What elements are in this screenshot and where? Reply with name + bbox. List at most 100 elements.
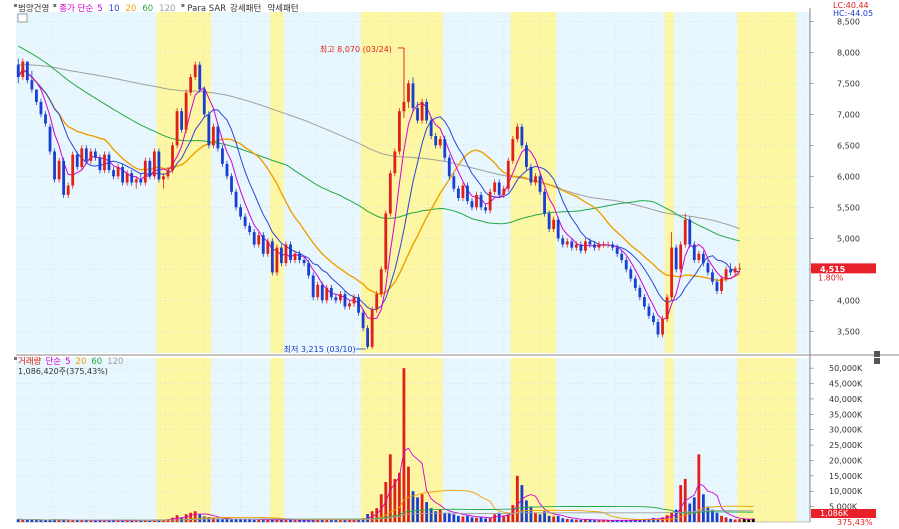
candle-body (130, 173, 134, 183)
candle (103, 151, 106, 174)
candle-body (293, 253, 297, 260)
volume-info: 1,086,420주(375,43%) (18, 367, 108, 376)
candle-body (107, 154, 111, 171)
last-change: 1.80% (818, 273, 844, 282)
y-tick-label: 10,000K (829, 487, 863, 496)
volume-bar (470, 517, 474, 522)
candle-body (633, 278, 637, 288)
candle-body (66, 185, 70, 195)
candle-body (456, 188, 460, 198)
volume-ma-period-5: 5 (65, 357, 70, 367)
candle-body (261, 235, 265, 254)
candle-body (683, 219, 687, 245)
candle-body (502, 188, 506, 195)
volume-bar (193, 511, 197, 522)
candle-body (103, 154, 106, 171)
candle (280, 244, 283, 267)
candle (207, 111, 211, 149)
candle-body (98, 157, 102, 171)
volume-prefix: 단순 (45, 356, 61, 367)
volume-bar (252, 519, 256, 522)
candle (357, 294, 360, 316)
candle-body (16, 64, 20, 78)
volume-bar (579, 519, 583, 522)
volume-bar (293, 520, 297, 522)
candle-body (230, 176, 233, 192)
candle-body (520, 126, 524, 146)
candle-body (611, 244, 615, 248)
candle-body (284, 244, 288, 264)
volume-bar (747, 519, 751, 522)
ma-period-5: 5 (97, 4, 102, 14)
candle-body (692, 244, 696, 260)
y-tick-label: 3,500 (837, 327, 860, 336)
candle-body (280, 247, 283, 264)
candle (62, 157, 66, 198)
candle-body (574, 244, 578, 248)
candle-body (375, 294, 379, 310)
candle (284, 241, 288, 267)
candle-body (289, 244, 292, 260)
candle-body (565, 241, 569, 245)
volume-bar (62, 520, 66, 522)
candle-body (139, 179, 143, 183)
candle (211, 123, 215, 149)
y-tick-label: 6,000 (837, 172, 860, 181)
candle-body (556, 219, 560, 239)
candle-body (411, 83, 415, 109)
volume-bar (452, 514, 456, 522)
candle (261, 232, 265, 257)
candle-body (162, 176, 165, 180)
candle-body (397, 111, 401, 152)
candle-body (688, 219, 692, 245)
volume-bar (706, 506, 710, 522)
candle-body (30, 80, 34, 90)
candle (384, 210, 388, 273)
candle (425, 98, 429, 124)
volume-bar (665, 515, 669, 522)
para-sar-label: Para SAR (187, 4, 226, 14)
candle-body (615, 247, 619, 254)
candle (370, 306, 374, 349)
candle-body (366, 328, 370, 347)
candle (320, 281, 324, 304)
candle-body (35, 89, 38, 102)
candle (538, 173, 542, 195)
volume-bar (429, 508, 433, 522)
candle-body (606, 244, 610, 246)
candle-body (39, 101, 43, 115)
volume-bar (525, 500, 528, 522)
volume-bar (184, 514, 188, 522)
candle-body (475, 194, 478, 208)
candle-body (338, 294, 342, 301)
candle-body (624, 260, 628, 270)
candle-body (248, 225, 252, 233)
candle-body (593, 244, 596, 248)
volume-bar (438, 509, 442, 522)
candle (375, 291, 379, 313)
volume-bar (189, 512, 193, 522)
candle-body (438, 139, 442, 146)
candle-body (171, 145, 174, 171)
y-tick-label: 20,000K (829, 456, 863, 465)
candle-body (547, 213, 551, 229)
volume-bar (230, 519, 233, 522)
highlight-band (737, 12, 797, 353)
volume-bar (565, 518, 569, 522)
candle (121, 163, 125, 186)
volume-bar (225, 519, 229, 522)
candle-body (225, 163, 229, 177)
legend-bullet (181, 4, 185, 7)
candle-body (429, 120, 433, 136)
candle-body (479, 194, 483, 208)
volume-bar (574, 519, 578, 522)
candle (180, 108, 184, 133)
candle (665, 294, 669, 322)
y-tick-label: 8,500 (837, 17, 860, 26)
candle (679, 241, 683, 273)
candle-body (211, 126, 215, 146)
candle (152, 148, 156, 180)
candle-body (334, 297, 338, 301)
candle-body (629, 269, 633, 279)
candle-body (80, 148, 84, 167)
